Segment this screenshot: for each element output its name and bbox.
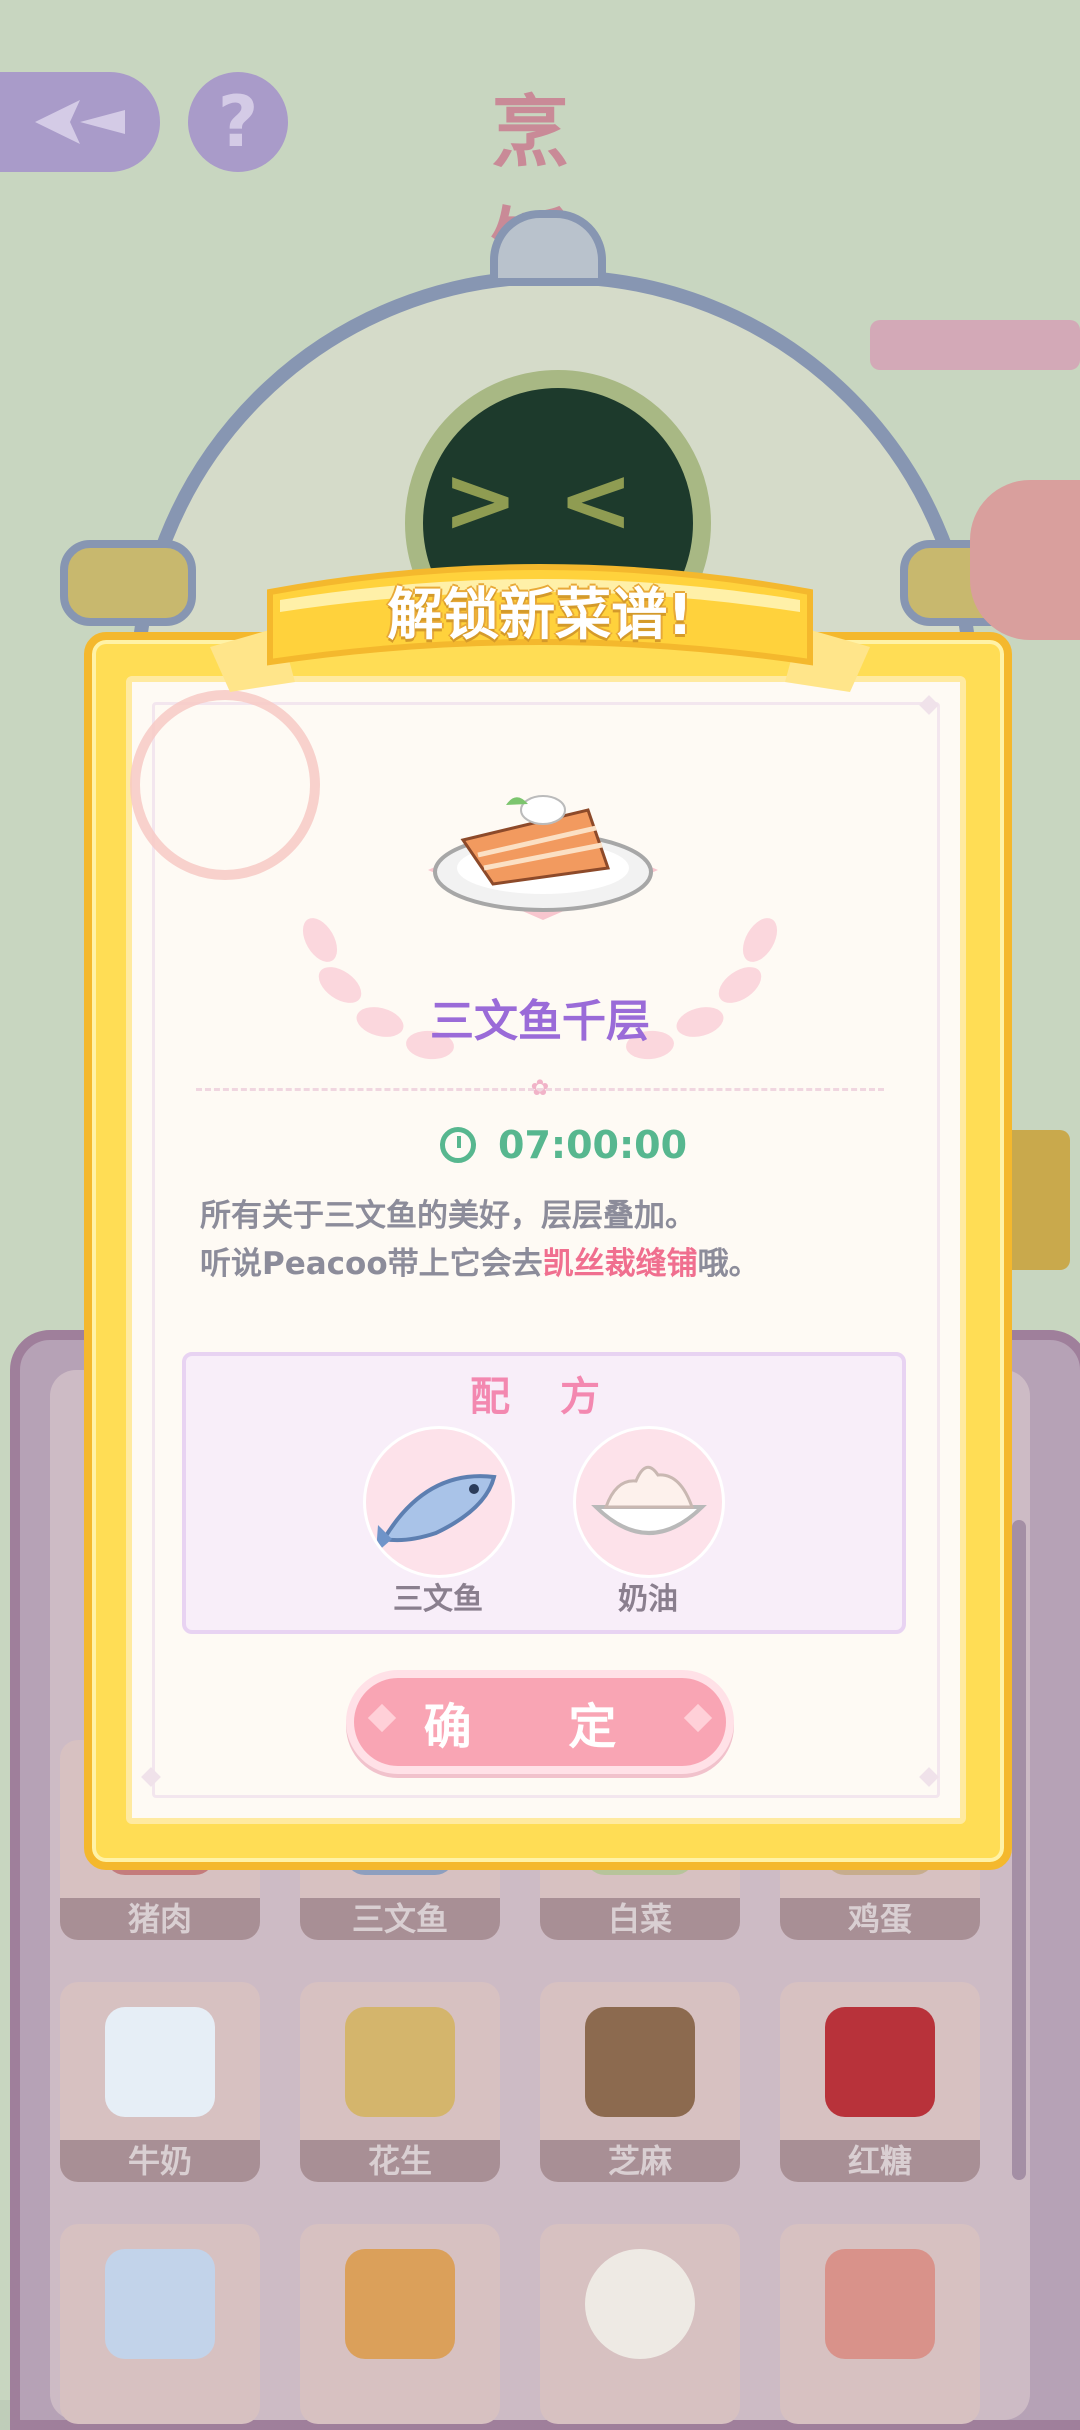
ingredient-cell-brown-sugar[interactable]: 红糖	[780, 1982, 980, 2182]
recipe-item-cream: 奶油	[573, 1426, 725, 1618]
ingredient-cell-bacon[interactable]	[780, 2224, 980, 2424]
confirm-label: 确 定	[423, 1699, 657, 1755]
dish-name: 三文鱼千层	[430, 996, 650, 1047]
unlock-banner: 解锁新菜谱!	[210, 552, 870, 702]
dough-icon	[585, 2249, 695, 2359]
help-button[interactable]: ?	[188, 72, 288, 172]
description-line-2: 听说Peacoo带上它会去凯丝裁缝铺哦。	[200, 1240, 900, 1288]
ingredient-label: 牛奶	[60, 2140, 260, 2182]
banner-title: 解锁新菜谱!	[387, 583, 693, 648]
robot-arm-left	[60, 540, 196, 626]
cook-time-value: 07:00:00	[498, 1123, 688, 1167]
diamond-icon	[367, 1703, 397, 1733]
ingredient-label: 花生	[300, 2140, 500, 2182]
recipe-box: 配 方 三文鱼 奶油	[182, 1352, 906, 1634]
top-bar: ? 烹 饪	[0, 0, 1080, 290]
cook-time: 07:00:00	[440, 1120, 687, 1170]
clock-icon	[440, 1127, 476, 1163]
water-bottle-icon	[105, 2249, 215, 2359]
peanut-bag-icon	[345, 2007, 455, 2117]
robot-eyes-icon: ><	[442, 448, 674, 553]
sesame-sack-icon	[585, 2007, 695, 2117]
recipe-item-label: 奶油	[618, 1582, 678, 1617]
description-line-1: 所有关于三文鱼的美好，层层叠加。	[200, 1198, 696, 1234]
ingredient-cell-water[interactable]	[60, 2224, 260, 2424]
recipe-title: 配 方	[470, 1374, 618, 1420]
description-text: 听说Peacoo带上它会去	[200, 1246, 543, 1282]
ingredient-cell-peanut[interactable]: 花生	[300, 1982, 500, 2182]
ingredient-scrollbar[interactable]	[1012, 1520, 1026, 2180]
bread-icon	[345, 2249, 455, 2359]
back-button[interactable]	[0, 72, 160, 172]
salmon-icon	[363, 1426, 515, 1578]
ingredient-cell-milk[interactable]: 牛奶	[60, 1982, 260, 2182]
ingredient-label: 白菜	[540, 1898, 740, 1940]
dish-description: 所有关于三文鱼的美好，层层叠加。 听说Peacoo带上它会去凯丝裁缝铺哦。	[200, 1192, 900, 1288]
ingredient-cell-dough[interactable]	[540, 2224, 740, 2424]
robot-antenna	[490, 210, 606, 286]
bow-icon: ✿	[530, 1076, 550, 1101]
brown-sugar-icon	[825, 2007, 935, 2117]
recipe-item-label: 三文鱼	[393, 1582, 483, 1617]
bacon-icon	[825, 2249, 935, 2359]
back-arrow-icon	[35, 100, 125, 144]
ingredient-label: 三文鱼	[300, 1898, 500, 1940]
confirm-button[interactable]: 确 定	[346, 1670, 734, 1774]
cream-icon	[573, 1426, 725, 1578]
ingredient-label: 芝麻	[540, 2140, 740, 2182]
ingredient-cell-bread[interactable]	[300, 2224, 500, 2424]
ingredient-label: 红糖	[780, 2140, 980, 2182]
recipe-item-salmon: 三文鱼	[363, 1426, 515, 1618]
ingredient-label: 猪肉	[60, 1898, 260, 1940]
ingredient-label: 鸡蛋	[780, 1898, 980, 1940]
tomato-decoration	[970, 480, 1080, 640]
milk-carton-icon	[105, 2007, 215, 2117]
wall-shelf	[870, 320, 1080, 370]
diamond-icon	[683, 1703, 713, 1733]
cooking-stamp-icon	[130, 690, 320, 880]
ingredient-cell-sesame[interactable]: 芝麻	[540, 1982, 740, 2182]
description-text: 哦。	[697, 1246, 760, 1282]
location-highlight: 凯丝裁缝铺	[542, 1246, 698, 1282]
